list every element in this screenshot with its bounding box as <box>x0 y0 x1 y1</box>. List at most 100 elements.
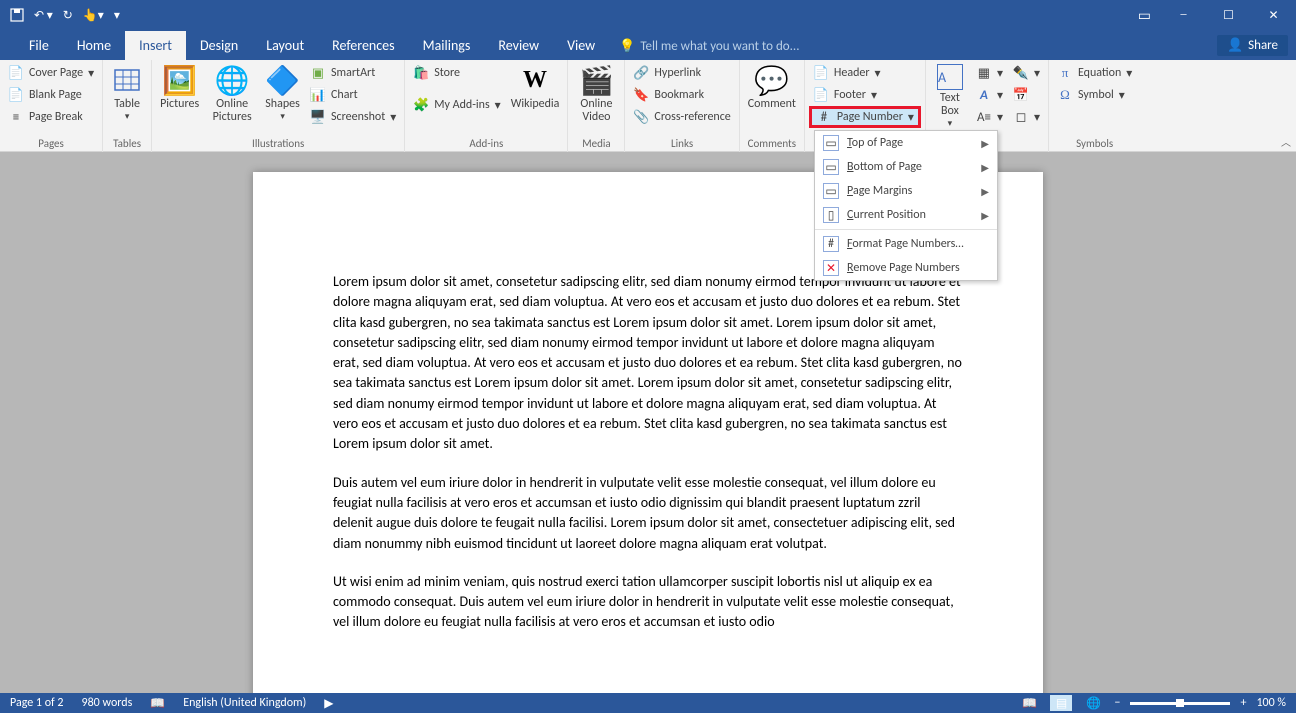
touch-mode-button[interactable]: 👆▾ <box>83 8 104 23</box>
smartart-icon: ▣ <box>310 65 326 81</box>
online-pictures-button[interactable]: 🌐Online Pictures <box>205 62 259 126</box>
page-number-menu: ▭Top of Page▶ ▭Bottom of Page▶ ▭Page Mar… <box>814 130 998 281</box>
menu-remove-page-numbers[interactable]: ✕Remove Page Numbers <box>815 256 997 280</box>
tab-file[interactable]: File <box>15 31 63 60</box>
status-page[interactable]: Page 1 of 2 <box>10 696 64 710</box>
menu-page-margins[interactable]: ▭Page Margins▶ <box>815 179 997 203</box>
page-break-icon: ≡ <box>8 109 24 125</box>
tab-references[interactable]: References <box>318 31 408 60</box>
maximize-button[interactable]: ☐ <box>1206 0 1251 30</box>
menu-top-of-page[interactable]: ▭Top of Page▶ <box>815 131 997 155</box>
smartart-button[interactable]: ▣SmartArt <box>306 62 400 84</box>
quick-parts-button[interactable]: ▦▾ <box>972 62 1007 84</box>
screenshot-icon: 🖥️ <box>310 109 326 125</box>
submenu-arrow-icon: ▶ <box>981 137 989 150</box>
symbol-icon: Ω <box>1057 87 1073 103</box>
ribbon-display-options[interactable]: ▭ <box>1138 7 1151 24</box>
equation-label: Equation <box>1078 66 1121 80</box>
group-comments-label: Comments <box>744 137 800 152</box>
status-spell-icon[interactable]: 📖 <box>150 696 165 711</box>
blank-page-button[interactable]: 📄Blank Page <box>4 84 98 106</box>
my-addins-button[interactable]: 🧩My Add-ins ▾ <box>409 94 504 116</box>
header-button[interactable]: 📄Header ▾ <box>809 62 921 84</box>
footer-button[interactable]: 📄Footer ▾ <box>809 84 921 106</box>
shapes-label: Shapes <box>265 98 300 111</box>
share-button[interactable]: 👤 Share <box>1217 35 1288 56</box>
screenshot-button[interactable]: 🖥️Screenshot ▾ <box>306 106 400 128</box>
tab-view[interactable]: View <box>553 31 609 60</box>
collapse-ribbon-button[interactable]: ︿ <box>1281 134 1291 149</box>
cross-reference-button[interactable]: 📎Cross-reference <box>629 106 734 128</box>
tab-layout[interactable]: Layout <box>252 31 318 60</box>
shapes-button[interactable]: 🔷Shapes▾ <box>261 62 304 124</box>
drop-cap-button[interactable]: A≡▾ <box>972 106 1007 128</box>
paragraph[interactable]: Lorem ipsum dolor sit amet, consetetur s… <box>333 272 963 455</box>
store-label: Store <box>434 66 460 80</box>
save-button[interactable] <box>10 8 24 22</box>
menu-bottom-of-page[interactable]: ▭Bottom of Page▶ <box>815 155 997 179</box>
group-illustrations-label: Illustrations <box>156 137 400 152</box>
quick-parts-icon: ▦ <box>976 65 992 81</box>
chart-label: Chart <box>331 88 358 102</box>
group-links-label: Links <box>629 137 734 152</box>
table-button[interactable]: Table▾ <box>107 62 147 124</box>
pictures-label: Pictures <box>160 98 199 111</box>
zoom-out-button[interactable]: − <box>1114 696 1120 710</box>
online-video-button[interactable]: 🎬Online Video <box>572 62 620 126</box>
signature-line-button[interactable]: ✒️▾ <box>1009 62 1044 84</box>
remove-numbers-icon: ✕ <box>823 260 839 276</box>
pictures-button[interactable]: 🖼️ Pictures <box>156 62 203 113</box>
wordart-button[interactable]: A▾ <box>972 84 1007 106</box>
undo-button[interactable]: ↶ ▾ <box>34 8 53 23</box>
wikipedia-button[interactable]: WWikipedia <box>507 62 564 113</box>
comment-button[interactable]: 💬Comment <box>744 62 800 113</box>
tab-home[interactable]: Home <box>63 31 125 60</box>
zoom-in-button[interactable]: + <box>1240 696 1246 710</box>
redo-button[interactable]: ↻ <box>63 8 73 23</box>
paragraph[interactable]: Ut wisi enim ad minim veniam, quis nostr… <box>333 572 963 633</box>
tab-review[interactable]: Review <box>484 31 553 60</box>
cover-page-button[interactable]: 📄Cover Page ▾ <box>4 62 98 84</box>
equation-icon: π <box>1057 65 1073 81</box>
minimize-button[interactable]: ─ <box>1161 0 1206 30</box>
comment-icon: 💬 <box>754 64 789 96</box>
view-read-mode[interactable]: 📖 <box>1018 695 1040 711</box>
menu-current-position[interactable]: ▯Current Position▶ <box>815 203 997 227</box>
document-area[interactable]: Lorem ipsum dolor sit amet, consetetur s… <box>0 152 1296 693</box>
page-number-button[interactable]: #Page Number ▾ <box>809 106 921 128</box>
paragraph[interactable]: Duis autem vel eum iriure dolor in hendr… <box>333 473 963 554</box>
object-icon: ◻ <box>1013 109 1029 125</box>
hyperlink-button[interactable]: 🔗Hyperlink <box>629 62 734 84</box>
view-print-layout[interactable]: ▤ <box>1050 695 1072 711</box>
bookmark-icon: 🔖 <box>633 87 649 103</box>
status-macro-icon[interactable]: ▶ <box>324 696 333 711</box>
zoom-level[interactable]: 100 % <box>1256 696 1286 710</box>
chart-button[interactable]: 📊Chart <box>306 84 400 106</box>
equation-button[interactable]: πEquation ▾ <box>1053 62 1136 84</box>
tell-me-search[interactable]: 💡 Tell me what you want to do... <box>609 33 809 60</box>
tab-insert[interactable]: Insert <box>125 31 186 60</box>
qat-customize[interactable]: ▾ <box>114 8 120 23</box>
tab-mailings[interactable]: Mailings <box>409 31 485 60</box>
online-pictures-icon: 🌐 <box>215 64 250 96</box>
page-number-icon: # <box>816 109 832 125</box>
tab-design[interactable]: Design <box>186 31 252 60</box>
page-break-button[interactable]: ≡Page Break <box>4 106 98 128</box>
text-box-button[interactable]: AText Box▾ <box>930 62 970 131</box>
store-button[interactable]: 🛍️Store <box>409 62 504 84</box>
zoom-slider[interactable] <box>1130 702 1230 705</box>
pictures-icon: 🖼️ <box>162 64 197 96</box>
menu-format-page-numbers[interactable]: #Format Page Numbers… <box>815 232 997 256</box>
hyperlink-icon: 🔗 <box>633 65 649 81</box>
status-language[interactable]: English (United Kingdom) <box>183 696 306 710</box>
date-time-button[interactable]: 📅 <box>1009 84 1044 106</box>
my-addins-icon: 🧩 <box>413 97 429 113</box>
object-button[interactable]: ◻▾ <box>1009 106 1044 128</box>
view-web-layout[interactable]: 🌐 <box>1082 695 1104 711</box>
page-number-label: Page Number <box>837 110 903 124</box>
bookmark-button[interactable]: 🔖Bookmark <box>629 84 734 106</box>
group-comments: 💬Comment Comments <box>740 60 805 152</box>
close-button[interactable]: ✕ <box>1251 0 1296 30</box>
symbol-button[interactable]: ΩSymbol ▾ <box>1053 84 1136 106</box>
status-words[interactable]: 980 words <box>82 696 133 710</box>
